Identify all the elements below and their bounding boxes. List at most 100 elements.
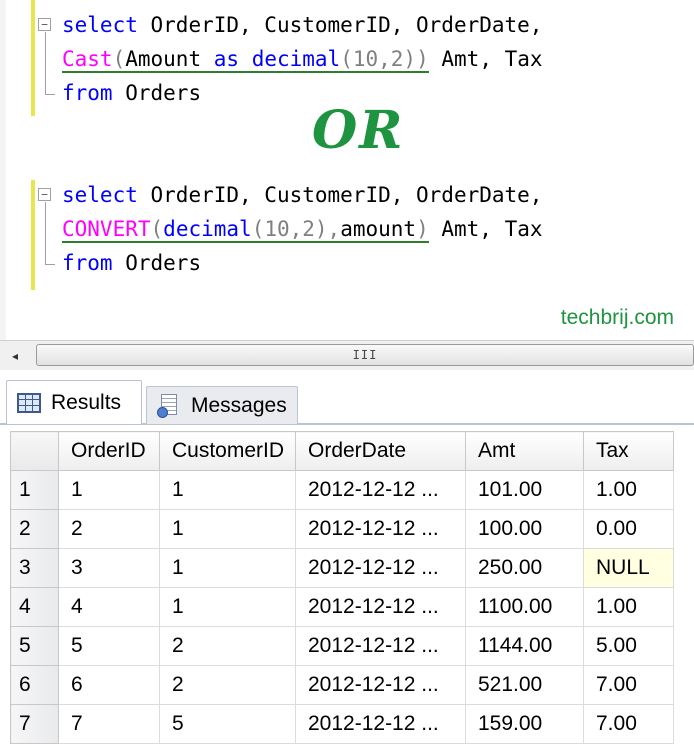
table-cell[interactable]: 6: [58, 665, 160, 705]
sql-query-convert[interactable]: select OrderID, CustomerID, OrderDate, C…: [62, 178, 543, 280]
code-line: from Orders: [62, 251, 201, 275]
table-row[interactable]: 4 4 1 2012-12-12 ... 1100.00 1.00: [10, 587, 674, 627]
table-cell[interactable]: 7.00: [583, 704, 674, 744]
table-cell[interactable]: 2012-12-12 ...: [295, 587, 466, 627]
tab-messages[interactable]: Messages: [146, 386, 298, 424]
sql-type-args: (10,2),: [251, 217, 341, 241]
table-row[interactable]: 5 5 2 2012-12-12 ... 1144.00 5.00: [10, 626, 674, 666]
scroll-left-button[interactable]: ◂: [0, 341, 30, 370]
table-row[interactable]: 2 2 1 2012-12-12 ... 100.00 0.00: [10, 509, 674, 549]
column-header[interactable]: OrderDate: [295, 431, 466, 471]
table-cell[interactable]: 7.00: [583, 665, 674, 705]
arrow-left-icon: ◂: [11, 348, 19, 363]
table-row[interactable]: 1 1 1 2012-12-12 ... 101.00 1.00: [10, 470, 674, 510]
sql-type-args: (10,2): [340, 47, 417, 71]
grip-icon: III: [352, 348, 378, 362]
table-row[interactable]: 6 6 2 2012-12-12 ... 521.00 7.00: [10, 665, 674, 705]
table-cell[interactable]: 2: [58, 509, 160, 549]
sql-keyword: select: [62, 183, 138, 207]
table-cell[interactable]: 5.00: [583, 626, 674, 666]
table-cell[interactable]: 1: [159, 509, 296, 549]
table-row[interactable]: 3 3 1 2012-12-12 ... 250.00 NULL: [10, 548, 674, 588]
table-cell[interactable]: 1.00: [583, 587, 674, 627]
table-cell[interactable]: 521.00: [465, 665, 584, 705]
outline-guide: [45, 32, 46, 94]
table-cell[interactable]: 4: [58, 587, 160, 627]
table-cell[interactable]: 2012-12-12 ...: [295, 509, 466, 549]
table-cell[interactable]: 2: [159, 626, 296, 666]
code-line: select OrderID, CustomerID, OrderDate,: [62, 183, 542, 207]
collapse-toggle-icon[interactable]: −: [38, 18, 51, 31]
table-cell[interactable]: 5: [159, 704, 296, 744]
table-cell[interactable]: 1: [159, 548, 296, 588]
row-number[interactable]: 5: [10, 626, 59, 666]
table-cell[interactable]: 2012-12-12 ...: [295, 548, 466, 588]
results-grid[interactable]: OrderID CustomerID OrderDate Amt Tax 1 1…: [10, 431, 674, 744]
column-header[interactable]: OrderID: [58, 431, 160, 471]
grid-icon: [17, 392, 41, 413]
table-row[interactable]: 7 7 5 2012-12-12 ... 159.00 7.00: [10, 704, 674, 744]
results-pane: OrderID CustomerID OrderDate Amt Tax 1 1…: [0, 424, 694, 744]
table-cell[interactable]: 100.00: [465, 509, 584, 549]
sql-identifier: amount: [340, 217, 417, 241]
sql-type: decimal: [251, 47, 341, 71]
table-cell[interactable]: 101.00: [465, 470, 584, 510]
tab-label: Messages: [191, 393, 287, 417]
collapse-toggle-icon[interactable]: −: [38, 188, 51, 201]
table-cell[interactable]: 1.00: [583, 470, 674, 510]
change-indicator-bar: [31, 0, 35, 116]
table-cell[interactable]: 1144.00: [465, 626, 584, 666]
table-cell[interactable]: 7: [58, 704, 160, 744]
row-number[interactable]: 3: [10, 548, 59, 588]
table-cell[interactable]: 1: [159, 470, 296, 510]
change-indicator-bar: [31, 180, 35, 290]
sql-function: Cast: [62, 47, 113, 71]
tab-results[interactable]: Results: [6, 380, 142, 424]
outline-guide: [45, 202, 46, 264]
sql-operator: (: [150, 217, 164, 241]
editor-margin: [0, 0, 6, 340]
table-cell[interactable]: 2: [159, 665, 296, 705]
row-number[interactable]: 4: [10, 587, 59, 627]
watermark: techbrij.com: [560, 306, 674, 329]
null-cell[interactable]: NULL: [583, 548, 674, 588]
code-line: CONVERT(decimal(10,2),amount) Amt, Tax: [62, 217, 543, 243]
sql-function: CONVERT: [62, 217, 151, 241]
scrollbar-thumb[interactable]: III: [36, 344, 694, 366]
sql-identifier: Amount: [125, 47, 202, 71]
row-number[interactable]: 2: [10, 509, 59, 549]
table-cell[interactable]: 5: [58, 626, 160, 666]
query-editor[interactable]: − − select OrderID, CustomerID, OrderDat…: [0, 0, 694, 340]
table-cell[interactable]: 1: [159, 587, 296, 627]
table-cell[interactable]: 2012-12-12 ...: [295, 626, 466, 666]
syntax-squiggle: Cast(Amount as decimal(10,2)): [62, 47, 429, 73]
column-header[interactable]: Tax: [583, 431, 674, 471]
row-number[interactable]: 1: [10, 470, 59, 510]
table-cell[interactable]: 1100.00: [465, 587, 584, 627]
table-cell[interactable]: 1: [58, 470, 160, 510]
table-cell[interactable]: 2012-12-12 ...: [295, 704, 466, 744]
table-cell[interactable]: 2012-12-12 ...: [295, 665, 466, 705]
select-all-corner[interactable]: [10, 431, 59, 471]
column-header[interactable]: Amt: [465, 431, 584, 471]
sql-type: decimal: [163, 217, 252, 241]
horizontal-scrollbar[interactable]: ◂ III: [0, 340, 694, 370]
sql-operator: ): [416, 47, 429, 71]
column-header[interactable]: CustomerID: [159, 431, 296, 471]
sql-keyword: from: [62, 251, 113, 275]
or-separator: OR: [312, 100, 405, 161]
table-cell[interactable]: 3: [58, 548, 160, 588]
sql-query-cast[interactable]: select OrderID, CustomerID, OrderDate, C…: [62, 8, 543, 110]
table-cell[interactable]: 159.00: [465, 704, 584, 744]
table-cell[interactable]: 250.00: [465, 548, 584, 588]
code-line: select OrderID, CustomerID, OrderDate,: [62, 13, 542, 37]
table-name: Orders: [125, 81, 202, 105]
table-cell[interactable]: 2012-12-12 ...: [295, 470, 466, 510]
table-name: Orders: [125, 251, 202, 275]
table-cell[interactable]: 0.00: [583, 509, 674, 549]
sql-operator: (: [112, 47, 126, 71]
sql-keyword: select: [62, 13, 138, 37]
results-tab-bar: Results Messages: [0, 370, 694, 424]
row-number[interactable]: 7: [10, 704, 59, 744]
row-number[interactable]: 6: [10, 665, 59, 705]
